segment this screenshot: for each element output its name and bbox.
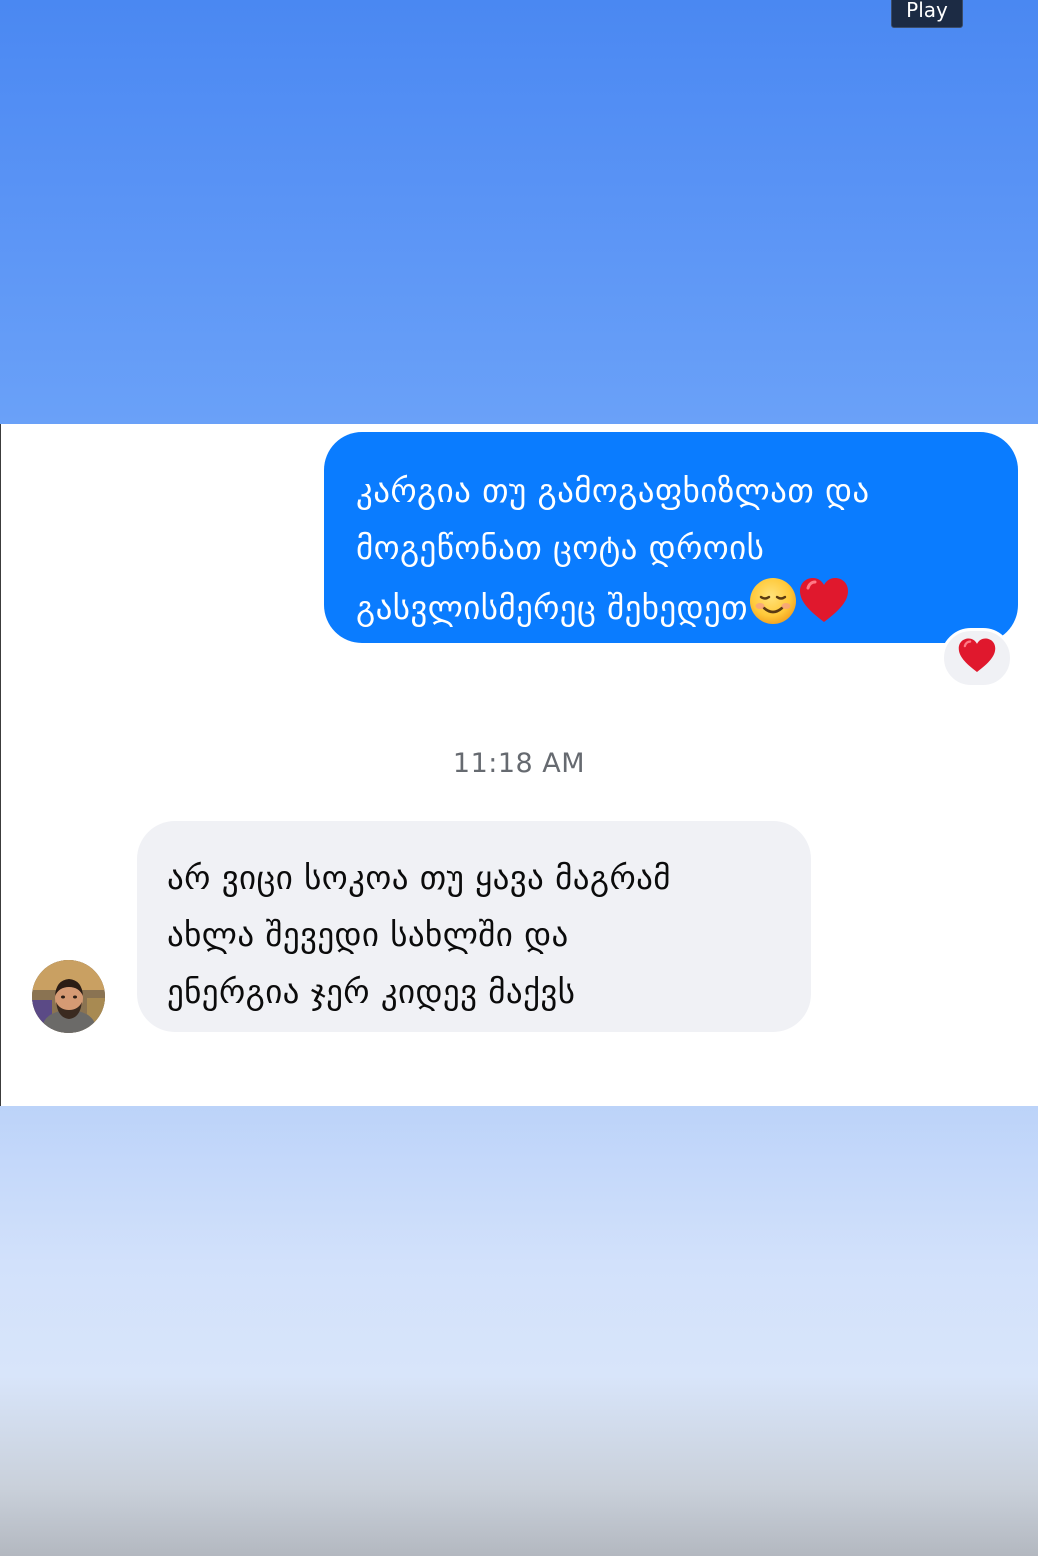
smiling-face-emoji-icon: [748, 576, 798, 643]
outgoing-message-line: მოგეწონათ ცოტა დროის: [356, 528, 765, 567]
incoming-message-line: არ ვიცი სოკოა თუ ყავა მაგრამ: [167, 858, 671, 897]
sender-avatar[interactable]: [32, 960, 105, 1033]
red-heart-emoji-icon: [798, 576, 850, 643]
outgoing-message-line: გასვლისმერეც შეხედეთ: [356, 588, 748, 627]
incoming-message-line: ენერგია ჯერ კიდევ მაქვს: [167, 972, 576, 1011]
bottom-gradient-background: [0, 1106, 1038, 1556]
message-timestamp: 11:18 AM: [452, 748, 586, 779]
incoming-message-line: ახლა შევედი სახლში და: [167, 915, 569, 954]
incoming-message-bubble[interactable]: არ ვიცი სოკოა თუ ყავა მაგრამ ახლა შევედი…: [137, 821, 811, 1032]
story-screen: Play კარგია თუ გამოგაფხიზლათ და მოგეწონა…: [0, 0, 1038, 1556]
play-button[interactable]: Play: [891, 0, 963, 28]
message-reaction[interactable]: [941, 628, 1013, 688]
outgoing-message-bubble[interactable]: კარგია თუ გამოგაფხიზლათ და მოგეწონათ ცოტ…: [324, 432, 1018, 643]
top-gradient-background: [0, 0, 1038, 424]
red-heart-emoji-icon: [957, 637, 997, 679]
outgoing-message-line-with-emojis: გასვლისმერეც შეხედეთ: [356, 576, 984, 643]
outgoing-message-line: კარგია თუ გამოგაფხიზლათ და: [356, 471, 870, 510]
